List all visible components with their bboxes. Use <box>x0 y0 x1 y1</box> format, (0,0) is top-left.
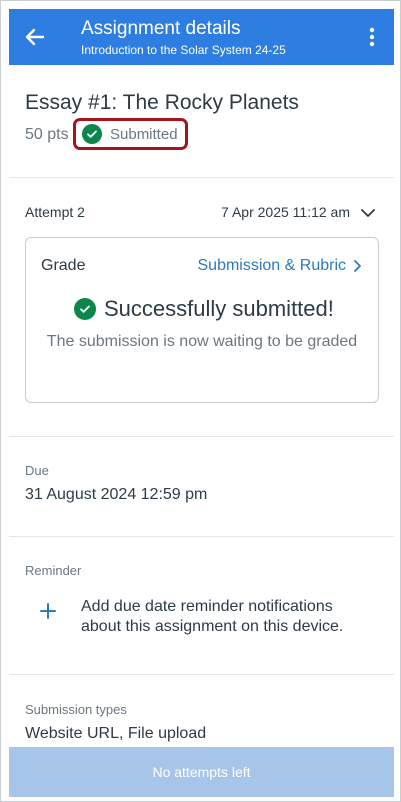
course-subtitle: Introduction to the Solar System 24-25 <box>81 43 286 57</box>
submission-types-label: Submission types <box>25 702 127 717</box>
points-value: 50 pts <box>25 126 69 143</box>
grade-card: Grade Submission & Rubric Successfully s… <box>25 237 379 403</box>
check-circle-icon <box>74 298 96 320</box>
attempt-date[interactable]: 7 Apr 2025 11:12 am <box>221 204 350 220</box>
success-row: Successfully submitted! <box>74 296 334 322</box>
reminder-label: Reminder <box>25 563 82 578</box>
assignment-content: Essay #1: The Rocky Planets 50 pts Submi… <box>9 65 394 745</box>
check-circle-icon <box>82 124 102 144</box>
plus-icon[interactable] <box>39 602 57 620</box>
submission-rubric-label: Submission & Rubric <box>197 257 347 274</box>
no-attempts-button[interactable]: No attempts left <box>9 747 394 797</box>
divider <box>9 536 394 537</box>
submission-types-value: Website URL, File upload <box>25 725 207 742</box>
attempt-label: Attempt 2 <box>25 204 85 220</box>
divider <box>9 674 394 675</box>
due-date: 31 August 2024 12:59 pm <box>25 486 208 503</box>
waiting-message: The submission is now waiting to be grad… <box>46 333 358 350</box>
status-label: Submitted <box>110 125 178 143</box>
assignment-title: Essay #1: The Rocky Planets <box>25 91 299 114</box>
kebab-menu-icon[interactable] <box>360 25 384 49</box>
submission-rubric-link[interactable]: Submission & Rubric <box>198 257 363 275</box>
app-header: Assignment details Introduction to the S… <box>9 9 394 65</box>
success-message: Successfully submitted! <box>104 296 334 321</box>
device-frame: Assignment details Introduction to the S… <box>0 0 401 802</box>
grade-label: Grade <box>41 257 86 274</box>
status-badge: Submitted <box>73 118 188 150</box>
header-titles: Assignment details Introduction to the S… <box>81 18 286 58</box>
due-label: Due <box>25 463 49 478</box>
chevron-down-icon[interactable] <box>359 204 377 222</box>
divider <box>9 436 394 437</box>
add-reminder-button[interactable]: Add due date reminder notifications abou… <box>81 597 371 637</box>
page-title: Assignment details <box>81 18 241 39</box>
chevron-right-icon <box>354 260 361 272</box>
divider <box>9 177 394 178</box>
back-arrow-icon[interactable] <box>23 25 47 49</box>
